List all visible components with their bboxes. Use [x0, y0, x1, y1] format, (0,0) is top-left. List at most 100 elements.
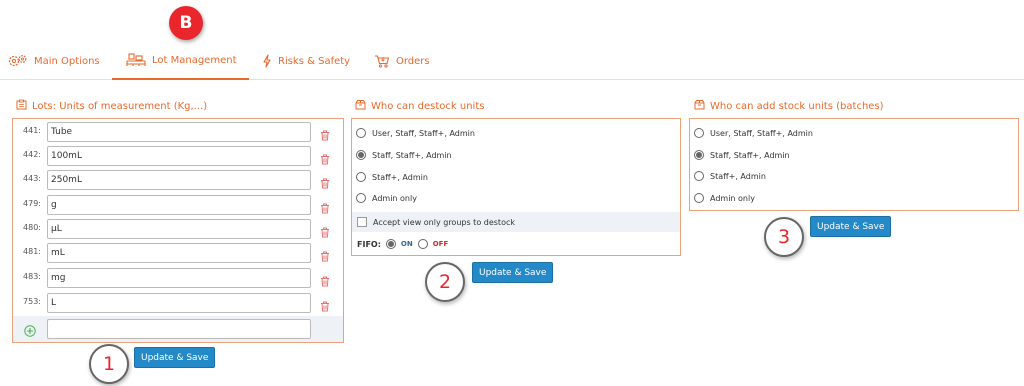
fifo-off-label: OFF [432, 240, 449, 248]
stock-option-label: Admin only [710, 193, 755, 203]
destock-panel-title: Who can destock units [355, 99, 484, 113]
unit-row: 753: [13, 291, 343, 315]
units-panel-title: Lots: Units of measurement (Kg,...) [16, 99, 207, 113]
callout-b-badge: B [169, 6, 203, 40]
stock-option[interactable]: Staff, Staff+, Admin [694, 146, 790, 164]
trash-icon[interactable] [320, 150, 330, 169]
unit-id: 442: [23, 150, 41, 159]
new-unit-input[interactable] [47, 319, 311, 339]
unit-value-input[interactable] [47, 195, 311, 215]
tab-orders[interactable]: Orders [374, 42, 430, 80]
stock-option-label: Staff, Staff+, Admin [710, 150, 790, 160]
stock-option-label: User, Staff, Staff+, Admin [710, 128, 813, 138]
fifo-on-radio[interactable] [385, 239, 396, 249]
units-save-button[interactable]: Update & Save [134, 347, 216, 368]
destock-option[interactable]: User, Staff, Staff+, Admin [356, 124, 475, 142]
unit-row: 441: [13, 120, 343, 144]
radio-button[interactable] [694, 128, 704, 138]
radio-button[interactable] [694, 193, 704, 203]
stock-option[interactable]: Admin only [694, 189, 755, 207]
radio-button[interactable] [356, 172, 366, 182]
gears-icon [8, 54, 28, 68]
fifo-toggle: FIFO: ON OFF [357, 236, 448, 252]
unit-row: 483: [13, 266, 343, 290]
lightning-icon [262, 54, 272, 68]
pallet-icon [126, 53, 146, 67]
tab-bar: Main Options Lot Management Risks & Safe… [0, 42, 1024, 80]
unit-value-input[interactable] [47, 243, 311, 263]
unit-id: 443: [23, 174, 41, 183]
box-icon [355, 99, 366, 113]
destock-option-label: Staff, Staff+, Admin [372, 150, 452, 160]
unit-row: 479: [13, 193, 343, 217]
callout-step-3: 3 [764, 217, 804, 257]
unit-id: 479: [23, 199, 41, 208]
unit-id: 481: [23, 247, 41, 256]
clipboard-icon [16, 99, 27, 113]
cart-icon [374, 54, 390, 68]
radio-button[interactable] [356, 128, 366, 138]
destock-save-button[interactable]: Update & Save [472, 262, 554, 283]
callout-step-2: 2 [425, 262, 465, 302]
unit-row: 481: [13, 241, 343, 265]
units-panel: 441: 442: 443: 479: 480: 481: 483: 753: [12, 118, 344, 343]
destock-option[interactable]: Staff+, Admin [356, 168, 428, 186]
radio-button-selected[interactable] [694, 150, 704, 160]
units-panel-title-text: Lots: Units of measurement (Kg,...) [32, 100, 208, 112]
tab-risks-safety-label: Risks & Safety [278, 55, 351, 67]
new-unit-row [13, 316, 343, 342]
destock-option[interactable]: Staff, Staff+, Admin [356, 146, 452, 164]
destock-option[interactable]: Admin only [356, 189, 417, 207]
unit-id: 483: [23, 272, 41, 281]
unit-value-input[interactable] [47, 146, 311, 166]
tab-lot-management-label: Lot Management [152, 54, 237, 66]
trash-icon[interactable] [320, 174, 330, 193]
unit-value-input[interactable] [47, 219, 311, 239]
unit-row: 442: [13, 144, 343, 168]
stock-option-label: Staff+, Admin [710, 171, 766, 181]
stock-option[interactable]: User, Staff, Staff+, Admin [694, 124, 813, 142]
unit-row: 480: [13, 217, 343, 241]
destock-option-label: User, Staff, Staff+, Admin [372, 128, 475, 138]
unit-value-input[interactable] [47, 170, 311, 190]
trash-icon[interactable] [320, 247, 330, 266]
stock-save-button[interactable]: Update & Save [810, 216, 892, 237]
trash-icon[interactable] [320, 272, 330, 291]
unit-id: 753: [23, 297, 41, 306]
callout-step-1: 1 [89, 344, 129, 384]
trash-icon[interactable] [320, 199, 330, 218]
view-only-checkbox-label: Accept view only groups to destock [373, 217, 515, 227]
trash-icon[interactable] [320, 297, 330, 316]
view-only-checkbox[interactable] [357, 217, 367, 227]
unit-value-input[interactable] [47, 122, 311, 142]
stock-panel-title-text: Who can add stock units (batches) [710, 100, 884, 112]
radio-button[interactable] [356, 193, 366, 203]
trash-icon[interactable] [320, 223, 330, 242]
destock-panel: User, Staff, Staff+, Admin Staff, Staff+… [351, 118, 681, 256]
destock-option-label: Staff+, Admin [372, 172, 428, 182]
tab-risks-safety[interactable]: Risks & Safety [262, 42, 350, 80]
unit-row: 443: [13, 168, 343, 192]
destock-option-label: Admin only [372, 193, 417, 203]
fifo-on-label: ON [400, 240, 413, 248]
trash-icon[interactable] [320, 126, 330, 145]
unit-id: 441: [23, 126, 41, 135]
tab-main-options-label: Main Options [34, 55, 100, 67]
radio-button[interactable] [694, 171, 704, 181]
view-only-checkbox-row[interactable]: Accept view only groups to destock [352, 212, 680, 232]
fifo-off-radio[interactable] [417, 239, 428, 249]
box-icon [694, 99, 705, 113]
stock-panel-title: Who can add stock units (batches) [694, 99, 884, 113]
tab-main-options[interactable]: Main Options [8, 42, 100, 80]
stock-panel: User, Staff, Staff+, Admin Staff, Staff+… [689, 118, 1019, 211]
tab-lot-management[interactable]: Lot Management [112, 42, 249, 80]
destock-panel-title-text: Who can destock units [371, 100, 485, 112]
stock-option[interactable]: Staff+, Admin [694, 167, 766, 185]
add-unit-icon[interactable] [24, 322, 36, 341]
fifo-label: FIFO: [357, 239, 381, 249]
radio-button-selected[interactable] [356, 150, 366, 160]
unit-value-input[interactable] [47, 268, 311, 288]
unit-value-input[interactable] [47, 293, 311, 313]
tab-orders-label: Orders [396, 55, 430, 67]
unit-id: 480: [23, 223, 41, 232]
